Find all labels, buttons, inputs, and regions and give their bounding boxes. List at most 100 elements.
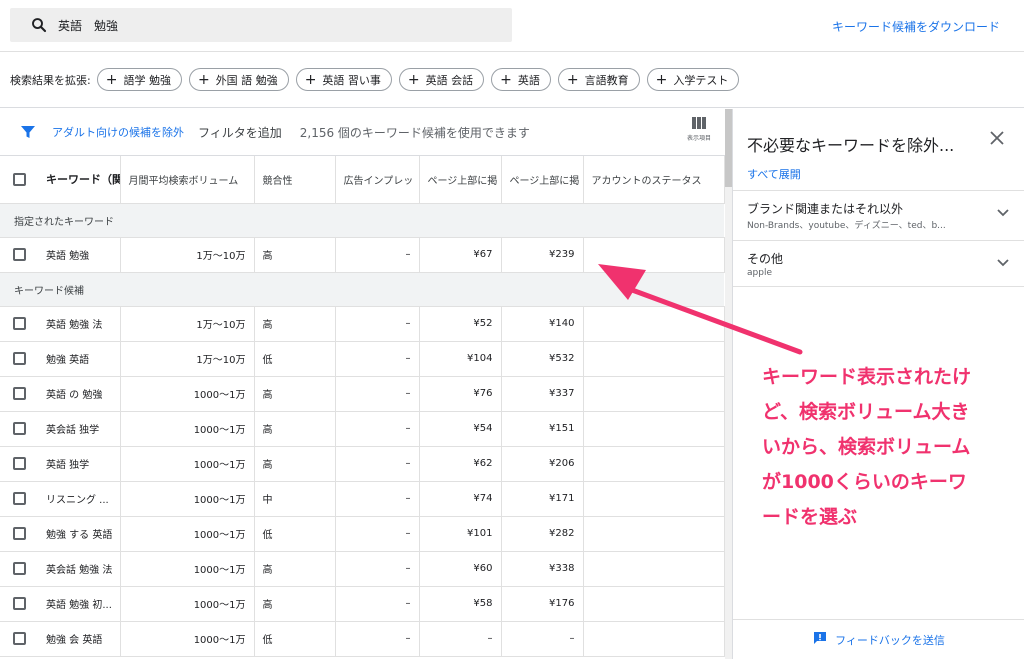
plus-icon: +: [304, 71, 317, 88]
table-row[interactable]: リスニング ... 1000～1万中 – ¥74 ¥171: [0, 481, 725, 517]
close-icon[interactable]: [990, 131, 1004, 148]
columns-label: 表示項目: [686, 135, 711, 142]
top-bid-high-cell: ¥282: [501, 516, 584, 552]
refine-group-other[interactable]: その他 apple: [733, 240, 1024, 287]
feedback-label: フィードバックを送信: [835, 633, 945, 647]
volume-cell: 1000～1万: [120, 446, 255, 482]
table-row[interactable]: 英語 の 勉強 1000～1万高 – ¥76 ¥337: [0, 376, 725, 412]
row-checkbox-cell[interactable]: [0, 376, 38, 412]
row-checkbox-cell[interactable]: [0, 481, 38, 517]
columns-button[interactable]: 表示項目: [682, 117, 716, 142]
column-header-keyword[interactable]: キーワード（関: [38, 156, 121, 204]
top-bid-low-cell: ¥52: [419, 306, 502, 342]
top-bid-low-cell: ¥62: [419, 446, 502, 482]
download-keywords-link[interactable]: キーワード候補をダウンロード: [832, 18, 1000, 35]
table-row[interactable]: 勉強 する 英語 1000～1万低 – ¥101 ¥282: [0, 516, 725, 552]
annotation-line: が1000くらいのキーワ: [762, 471, 967, 493]
table-row[interactable]: 英会話 独学 1000～1万高 – ¥54 ¥151: [0, 411, 725, 447]
chevron-down-icon[interactable]: [997, 257, 1009, 270]
top-bid-low-cell: ¥76: [419, 376, 502, 412]
impression-share-cell: –: [335, 411, 420, 447]
competition-cell: 高: [254, 446, 336, 482]
keyword-cell: 英会話 勉強 法: [38, 551, 121, 587]
checkbox[interactable]: [12, 352, 26, 365]
keyword-table: キーワード（関 月間平均検索ボリューム 競合性 広告インプレッ ページ上部に掲 …: [0, 156, 725, 657]
top-bid-high-cell: ¥206: [501, 446, 584, 482]
account-status-cell: [583, 621, 725, 657]
row-checkbox-cell[interactable]: [0, 551, 38, 587]
select-all-checkbox[interactable]: [0, 156, 38, 204]
checkbox[interactable]: [12, 492, 26, 505]
checkbox[interactable]: [12, 422, 26, 435]
keyword-cell: 英語 の 勉強: [38, 376, 121, 412]
feedback-button[interactable]: フィードバックを送信: [733, 619, 1024, 659]
table-row[interactable]: 英語 勉強 法 1万～10万高 – ¥52 ¥140: [0, 306, 725, 342]
checkbox[interactable]: [12, 317, 26, 330]
checkbox[interactable]: [12, 387, 26, 400]
table-row[interactable]: 英語 勉強 初... 1000～1万高 – ¥58 ¥176: [0, 586, 725, 622]
annotation-line: キーワード表示されたけ: [762, 366, 972, 388]
account-status-cell: [583, 411, 725, 447]
checkbox[interactable]: [12, 172, 26, 186]
checkbox[interactable]: [12, 562, 26, 575]
columns-icon: [692, 117, 706, 129]
row-checkbox-cell[interactable]: [0, 621, 38, 657]
expand-chip[interactable]: + 英語 習い事: [295, 68, 392, 91]
keyword-cell: 英語 勉強 初...: [38, 586, 121, 622]
column-header-top-bid-high[interactable]: ページ上部に掲: [501, 156, 584, 204]
add-filter-button[interactable]: フィルタを追加: [198, 124, 282, 141]
top-bid-high-cell: ¥337: [501, 376, 584, 412]
row-checkbox-cell[interactable]: [0, 306, 38, 342]
competition-cell: 高: [254, 411, 336, 447]
expand-chip[interactable]: + 入学テスト: [646, 68, 740, 91]
column-header-top-bid-low[interactable]: ページ上部に掲: [419, 156, 502, 204]
checkbox[interactable]: [12, 457, 26, 470]
table-section-header: キーワード候補: [0, 272, 724, 307]
keyword-cell: 勉強 する 英語: [38, 516, 121, 552]
row-checkbox-cell[interactable]: [0, 586, 38, 622]
table-row[interactable]: 勉強 会 英語 1000～1万低 – – –: [0, 621, 725, 657]
column-header-volume[interactable]: 月間平均検索ボリューム: [120, 156, 255, 204]
search-input[interactable]: 英語 勉強: [10, 8, 512, 42]
row-checkbox-cell[interactable]: [0, 516, 38, 552]
expand-chip[interactable]: + 語学 勉強: [96, 68, 182, 91]
checkbox[interactable]: [12, 248, 26, 261]
row-checkbox-cell[interactable]: [0, 446, 38, 482]
competition-cell: 高: [254, 551, 336, 587]
row-checkbox-cell[interactable]: [0, 341, 38, 377]
chevron-down-icon[interactable]: [997, 207, 1009, 220]
table-row[interactable]: 英語 独学 1000～1万高 – ¥62 ¥206: [0, 446, 725, 482]
filter-bar: アダルト向けの候補を除外 フィルタを追加 2,156 個のキーワード候補を使用で…: [0, 109, 726, 156]
exclude-adult-link[interactable]: アダルト向けの候補を除外: [52, 124, 184, 140]
plus-icon: +: [500, 71, 512, 88]
scrollbar-thumb[interactable]: [725, 109, 732, 187]
table-row[interactable]: 英語 勉強 1万～10万高 – ¥67 ¥239: [0, 237, 725, 273]
column-header-impression-share[interactable]: 広告インプレッ: [335, 156, 420, 204]
expand-all-link[interactable]: すべて展開: [747, 166, 801, 182]
table-row[interactable]: 勉強 英語 1万～10万低 – ¥104 ¥532: [0, 341, 725, 377]
plus-icon: +: [407, 71, 420, 88]
refine-group-brand[interactable]: ブランド関連またはそれ以外 Non-Brands、youtube、ディズニー、t…: [733, 190, 1024, 237]
impression-share-cell: –: [335, 237, 420, 273]
keyword-cell: 英語 勉強: [38, 237, 121, 273]
impression-share-cell: –: [335, 551, 420, 587]
row-checkbox-cell[interactable]: [0, 237, 38, 273]
chip-label: 入学テスト: [673, 73, 729, 87]
expand-chip[interactable]: + 外国 語 勉強: [188, 68, 289, 91]
top-bid-low-cell: ¥101: [419, 516, 502, 552]
expand-chip[interactable]: + 英語 会話: [398, 68, 485, 91]
column-header-account-status[interactable]: アカウントのステータス: [583, 156, 725, 204]
expand-chip[interactable]: + 英語: [491, 68, 551, 91]
competition-cell: 高: [254, 376, 336, 412]
checkbox[interactable]: [12, 527, 26, 540]
checkbox[interactable]: [12, 632, 26, 645]
checkbox[interactable]: [12, 597, 26, 610]
expand-chip[interactable]: + 言語教育: [557, 68, 640, 91]
search-query[interactable]: 英語 勉強: [58, 17, 118, 34]
filter-icon[interactable]: [20, 124, 36, 140]
row-checkbox-cell[interactable]: [0, 411, 38, 447]
column-header-competition[interactable]: 競合性: [254, 156, 336, 204]
table-row[interactable]: 英会話 勉強 法 1000～1万高 – ¥60 ¥338: [0, 551, 725, 587]
table-scrollbar[interactable]: [725, 109, 732, 659]
top-bid-low-cell: ¥54: [419, 411, 502, 447]
